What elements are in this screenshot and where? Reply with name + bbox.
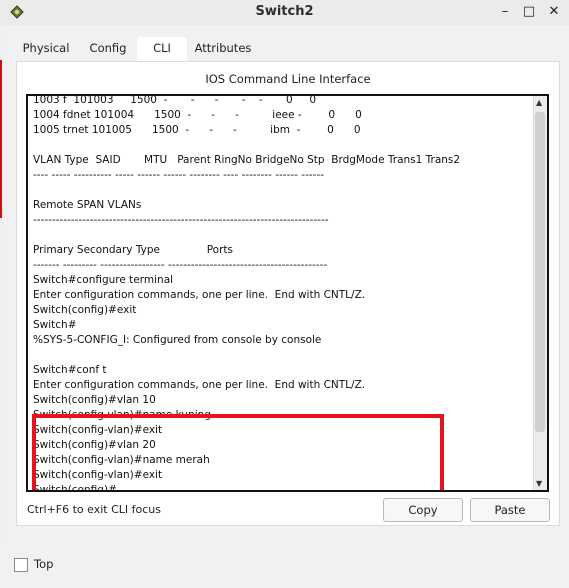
tab-physical[interactable]: Physical bbox=[13, 37, 79, 61]
tab-cli[interactable]: CLI bbox=[137, 37, 187, 63]
terminal-line: 1005 trnet 101005 1500 - - - ibm - 0 0 bbox=[33, 124, 361, 136]
terminal-line: VLAN Type SAID MTU Parent RingNo BridgeN… bbox=[33, 154, 461, 166]
panel-title: IOS Command Line Interface bbox=[205, 72, 371, 86]
scroll-down-arrow-icon[interactable]: ▼ bbox=[536, 479, 542, 488]
copy-button[interactable]: Copy bbox=[383, 498, 463, 522]
terminal-line: Primary Secondary Type Ports bbox=[33, 244, 233, 256]
scroll-thumb[interactable] bbox=[535, 112, 545, 432]
terminal-line: Switch# bbox=[33, 319, 77, 331]
terminal-line: 1004 fdnet 101004 1500 - - - ieee - 0 0 bbox=[33, 109, 362, 121]
terminal-line: Switch(config)#vlan 10 bbox=[33, 394, 156, 406]
maximize-button[interactable]: □ bbox=[521, 4, 537, 20]
close-button[interactable]: ✕ bbox=[546, 4, 562, 20]
terminal-line: %SYS-5-CONFIG_I: Configured from console… bbox=[33, 334, 322, 346]
annotation-highlight-box bbox=[32, 414, 444, 490]
terminal-line: ----------------------------------------… bbox=[33, 214, 329, 226]
scroll-up-arrow-icon[interactable]: ▲ bbox=[536, 98, 542, 107]
terminal-line: Switch#conf t bbox=[33, 364, 107, 376]
terminal-line: Switch(config)#exit bbox=[33, 304, 137, 316]
terminal-line: Enter configuration commands, one per li… bbox=[33, 379, 366, 391]
window-title: Switch2 bbox=[255, 4, 314, 19]
minimize-button[interactable]: – bbox=[497, 4, 513, 20]
paste-button[interactable]: Paste bbox=[470, 498, 550, 522]
top-checkbox[interactable] bbox=[14, 558, 28, 572]
terminal-line: Remote SPAN VLANs bbox=[33, 199, 142, 211]
cli-panel: IOS Command Line Interface 1003 f 101003… bbox=[16, 61, 560, 526]
cli-focus-hint: Ctrl+F6 to exit CLI focus bbox=[27, 503, 162, 516]
tab-config[interactable]: Config bbox=[79, 37, 137, 61]
tab-attributes[interactable]: Attributes bbox=[187, 37, 259, 61]
terminal-scrollbar[interactable]: ▲ ▼ bbox=[533, 96, 547, 490]
title-bar: Switch2 – □ ✕ bbox=[0, 0, 569, 26]
terminal-line: ------- --------- ----------------- ----… bbox=[33, 259, 328, 271]
top-checkbox-label: Top bbox=[34, 557, 54, 571]
bottom-bar: Top bbox=[0, 540, 569, 588]
main-area: Physical Config CLI Attributes IOS Comma… bbox=[3, 25, 569, 540]
terminal-line: 1003 f 101003 1500 - - - - - 0 0 bbox=[33, 94, 317, 106]
terminal-line: ---- ----- ---------- ----- ------ -----… bbox=[33, 169, 325, 181]
terminal-line: Switch#configure terminal bbox=[33, 274, 174, 286]
terminal-line: Enter configuration commands, one per li… bbox=[33, 289, 366, 301]
background-window-edge bbox=[0, 60, 2, 218]
cli-terminal[interactable]: 1003 f 101003 1500 - - - - - 0 0 1004 fdn… bbox=[26, 94, 549, 492]
